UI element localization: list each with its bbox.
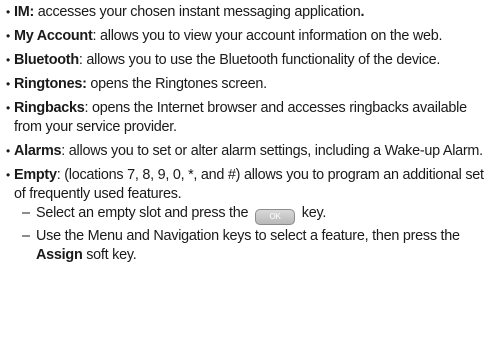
list-item-ringtones: • Ringtones: opens the Ringtones screen. xyxy=(6,75,484,94)
bullet-icon: • xyxy=(6,53,10,67)
bullet-icon: • xyxy=(6,77,10,91)
sub-item-text: Select an empty slot and press the xyxy=(36,205,249,221)
bullet-icon: • xyxy=(6,29,10,43)
sub-item-text-end: soft key. xyxy=(82,247,137,263)
item-text: : (locations 7, 8, 9, 0, *, and #) allow… xyxy=(14,167,484,202)
item-trail: . xyxy=(360,4,365,20)
item-body: Alarms: allows you to set or alter alarm… xyxy=(14,142,484,161)
item-text: accesses your chosen instant messaging a… xyxy=(34,4,361,20)
ok-key-icon: OK xyxy=(255,209,296,225)
item-term: Empty xyxy=(14,167,57,183)
list-item-empty: • Empty: (locations 7, 8, 9, 0, *, and #… xyxy=(6,166,484,267)
item-term: Ringtones: xyxy=(14,76,87,92)
item-text: : allows you to use the Bluetooth functi… xyxy=(78,52,441,68)
item-term: IM: xyxy=(14,4,35,20)
item-body: Empty: (locations 7, 8, 9, 0, *, and #) … xyxy=(14,166,484,267)
item-term: Ringbacks xyxy=(14,100,85,116)
item-text: : allows you to set or alter alarm setti… xyxy=(61,143,483,159)
item-body: Ringtones: opens the Ringtones screen. xyxy=(14,75,484,94)
item-body: Bluetooth: allows you to use the Bluetoo… xyxy=(14,51,484,70)
item-body: Ringbacks: opens the Internet browser an… xyxy=(14,99,484,137)
dash-icon: – xyxy=(22,205,30,221)
item-text: : allows you to view your account inform… xyxy=(92,28,443,44)
item-term: Bluetooth xyxy=(14,52,79,68)
bullet-icon: • xyxy=(6,144,10,158)
list-item-alarms: • Alarms: allows you to set or alter ala… xyxy=(6,142,484,161)
sub-list: – Select an empty slot and press the OK … xyxy=(22,204,484,265)
list-item-ringbacks: • Ringbacks: opens the Internet browser … xyxy=(6,99,484,137)
bullet-icon: • xyxy=(6,5,10,19)
item-body: IM: accesses your chosen instant messagi… xyxy=(14,3,484,22)
bullet-icon: • xyxy=(6,101,10,115)
bullet-icon: • xyxy=(6,168,10,182)
list-item-bluetooth: • Bluetooth: allows you to use the Bluet… xyxy=(6,51,484,70)
sub-item-assign-feature: – Use the Menu and Navigation keys to se… xyxy=(22,227,484,265)
sub-item-body: Select an empty slot and press the OK ke… xyxy=(36,204,484,225)
list-item-im: • IM: accesses your chosen instant messa… xyxy=(6,3,484,22)
sub-item-body: Use the Menu and Navigation keys to sele… xyxy=(36,227,484,265)
sub-item-text: Use the Menu and Navigation keys to sele… xyxy=(36,228,460,244)
item-term: My Account xyxy=(14,28,93,44)
manual-page: • IM: accesses your chosen instant messa… xyxy=(6,3,484,272)
list-item-my-account: • My Account: allows you to view your ac… xyxy=(6,27,484,46)
item-text: opens the Ringtones screen. xyxy=(86,76,267,92)
dash-icon: – xyxy=(22,228,30,244)
item-body: My Account: allows you to view your acco… xyxy=(14,27,484,46)
sub-item-select-slot: – Select an empty slot and press the OK … xyxy=(22,204,484,225)
sub-item-text-end: key. xyxy=(301,205,327,221)
item-term: Alarms xyxy=(14,143,62,159)
ok-key-label: OK xyxy=(269,212,281,221)
assign-key-label: Assign xyxy=(36,247,83,263)
